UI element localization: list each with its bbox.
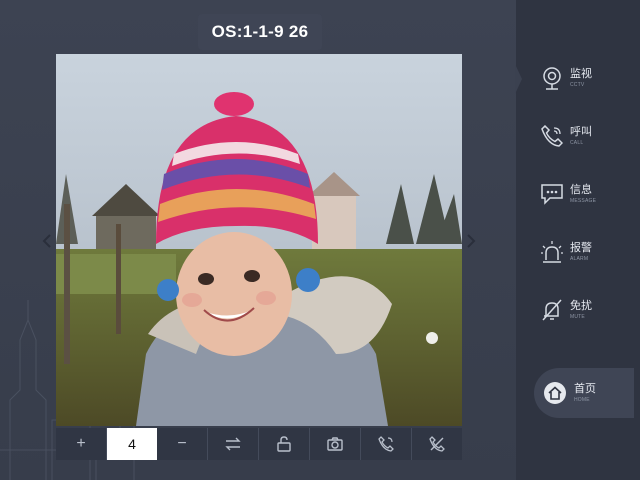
message-icon	[538, 180, 566, 208]
swap-button[interactable]	[208, 428, 259, 460]
video-image	[56, 54, 462, 426]
sidebar-item-sublabel: CCTV	[570, 81, 585, 88]
title-bar: OS:1-1-9 26	[198, 14, 322, 50]
sidebar-notch-decoration	[515, 64, 522, 94]
next-arrow-icon[interactable]	[466, 234, 476, 248]
unlock-icon	[277, 436, 291, 452]
decrease-button[interactable]: −	[157, 428, 208, 460]
hangup-icon	[429, 436, 445, 452]
sidebar-item-call[interactable]: 呼叫 CALL	[538, 116, 634, 156]
unlock-button[interactable]	[259, 428, 310, 460]
sidebar-item-alarm[interactable]: 报警 ALARM	[538, 232, 634, 272]
mute-icon	[538, 296, 566, 324]
sidebar-item-sublabel: MESSAGE	[570, 197, 597, 204]
cctv-icon	[538, 64, 566, 92]
home-icon	[544, 382, 566, 404]
alarm-icon	[538, 238, 566, 266]
home-button[interactable]: 首页 HOME	[534, 368, 634, 418]
value-display: 4	[107, 428, 157, 460]
call-icon	[378, 436, 394, 452]
snapshot-icon	[327, 437, 343, 451]
video-feed[interactable]	[56, 54, 462, 426]
hangup-button[interactable]	[412, 428, 462, 460]
sidebar-item-sublabel: ALARM	[570, 255, 589, 262]
call-button[interactable]	[361, 428, 412, 460]
sidebar-item-message[interactable]: 信息 MESSAGE	[538, 174, 634, 214]
sidebar-item-label: 信息	[570, 183, 592, 196]
sidebar-item-label: 免扰	[570, 299, 592, 312]
control-toolbar: + 4 −	[56, 428, 462, 460]
sidebar-item-label: 呼叫	[570, 125, 592, 138]
page-title: OS:1-1-9 26	[211, 22, 309, 41]
snapshot-button[interactable]	[310, 428, 361, 460]
sidebar-item-label: 报警	[570, 241, 592, 254]
phone-icon	[538, 122, 566, 150]
sidebar-item-cctv[interactable]: 监视 CCTV	[538, 58, 634, 98]
prev-arrow-icon[interactable]	[42, 234, 52, 248]
home-label: 首页	[574, 382, 596, 395]
sidebar-item-mute[interactable]: 免扰 MUTE	[538, 290, 634, 330]
increase-button[interactable]: +	[56, 428, 107, 460]
sidebar-item-sublabel: MUTE	[570, 313, 585, 320]
swap-icon	[225, 437, 241, 451]
sidebar-item-label: 监视	[570, 67, 592, 80]
sidebar-item-sublabel: CALL	[570, 139, 584, 146]
home-sublabel: HOME	[574, 396, 590, 403]
